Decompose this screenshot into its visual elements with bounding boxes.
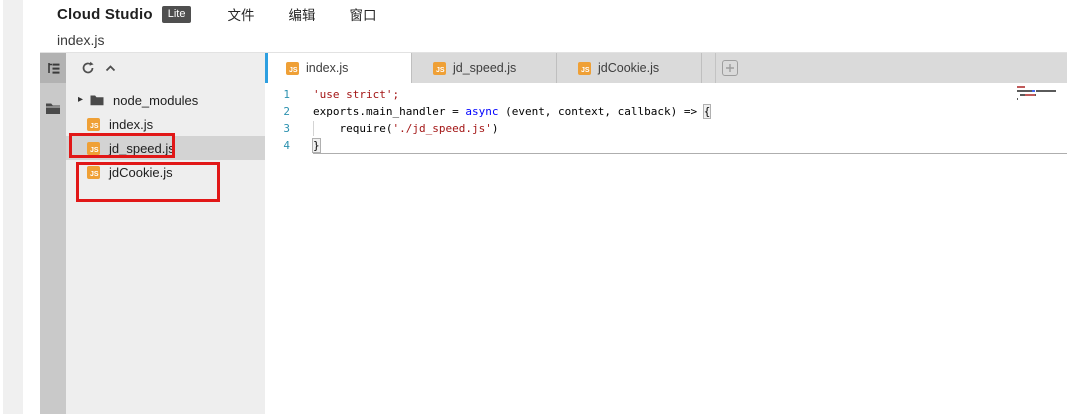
editor-pane: JS index.js JS jd_speed.js JS jdCookie.js 1 'u…	[265, 53, 1067, 414]
cloud-studio-window: Cloud Studio Lite 文件 编辑 窗口 index.js	[40, 0, 1067, 414]
minimap[interactable]	[1017, 86, 1063, 102]
collapse-all-icon[interactable]	[103, 61, 118, 76]
minimap-line	[1017, 86, 1063, 88]
code-line-3: 3 require('./jd_speed.js')	[265, 120, 1067, 137]
tab-label: index.js	[306, 61, 348, 75]
code-line-1: 1 'use strict';	[265, 86, 1067, 103]
js-file-icon: JS	[286, 62, 299, 75]
annotation-rect-2	[76, 162, 220, 202]
line-number: 4	[265, 137, 290, 154]
code-line-4: 4}	[265, 137, 1067, 154]
indent-guide	[313, 121, 314, 136]
js-file-icon: JS	[578, 62, 591, 75]
tab-jd_speed.js[interactable]: JS jd_speed.js	[412, 53, 557, 83]
code-text: }	[313, 137, 1067, 154]
main-area: ▸ node_modules JS index.js JS jd_speed.js JS jd…	[40, 53, 1067, 414]
refresh-icon[interactable]	[80, 61, 95, 76]
annotation-rect-1	[69, 133, 175, 158]
menu-item-2[interactable]: 编辑	[288, 4, 315, 24]
top-menu-bar: Cloud Studio Lite 文件 编辑 窗口	[40, 0, 1067, 28]
tree-item-label: node_modules	[113, 93, 198, 108]
tabbar-separator	[715, 53, 716, 83]
minimap-line	[1017, 94, 1063, 96]
tree-item-label: index.js	[109, 117, 153, 132]
menu-item-1[interactable]: 文件	[227, 4, 254, 24]
code-text: 'use strict';	[313, 86, 1067, 103]
folder-icon	[45, 101, 61, 115]
tab-bar: JS index.js JS jd_speed.js JS jdCookie.js	[265, 53, 1067, 83]
tab-jdCookie.js[interactable]: JS jdCookie.js	[557, 53, 702, 83]
js-file-icon: JS	[87, 118, 100, 131]
minimap-line	[1017, 98, 1063, 100]
plus-icon	[725, 63, 735, 73]
code-line-2: 2 exports.main_handler = async (event, co…	[265, 103, 1067, 120]
line-number: 3	[265, 120, 290, 137]
tab-index.js[interactable]: JS index.js	[265, 53, 412, 83]
code-editor[interactable]: 1 'use strict'; 2 exports.main_handler = as…	[265, 83, 1067, 414]
line-number: 1	[265, 86, 290, 103]
explorer-tree-button[interactable]	[40, 53, 66, 83]
new-tab-button[interactable]	[722, 60, 738, 76]
menu-group: 文件 编辑 窗口	[191, 4, 376, 24]
file-explorer-panel: ▸node_modulesJSindex.jsJSjd_speed.jsJSjd…	[66, 53, 265, 414]
open-file-title: index.js	[57, 32, 104, 48]
page-left-gutter	[3, 0, 23, 414]
js-file-icon: JS	[433, 62, 446, 75]
app-logo: Cloud Studio	[57, 6, 153, 23]
explorer-toolbar	[66, 53, 265, 83]
minimap-line	[1017, 90, 1063, 92]
code-text: exports.main_handler = async (event, con…	[313, 103, 1067, 120]
code-text: require('./jd_speed.js')	[313, 120, 1067, 137]
folder-icon	[90, 94, 104, 106]
line-number: 2	[265, 103, 290, 120]
list-tree-icon	[46, 61, 61, 76]
activity-bar	[40, 53, 66, 414]
folder-view-button[interactable]	[40, 93, 66, 123]
code-lines: 1 'use strict'; 2 exports.main_handler = as…	[265, 86, 1067, 154]
lite-badge: Lite	[162, 6, 192, 23]
title-bar: index.js	[40, 28, 1067, 53]
tab-label: jdCookie.js	[598, 61, 659, 75]
tab-label: jd_speed.js	[453, 61, 516, 75]
menu-item-3[interactable]: 窗口	[349, 4, 376, 24]
tree-item-node_modules[interactable]: ▸ node_modules	[66, 88, 265, 112]
expand-arrow-icon[interactable]: ▸	[78, 95, 88, 105]
